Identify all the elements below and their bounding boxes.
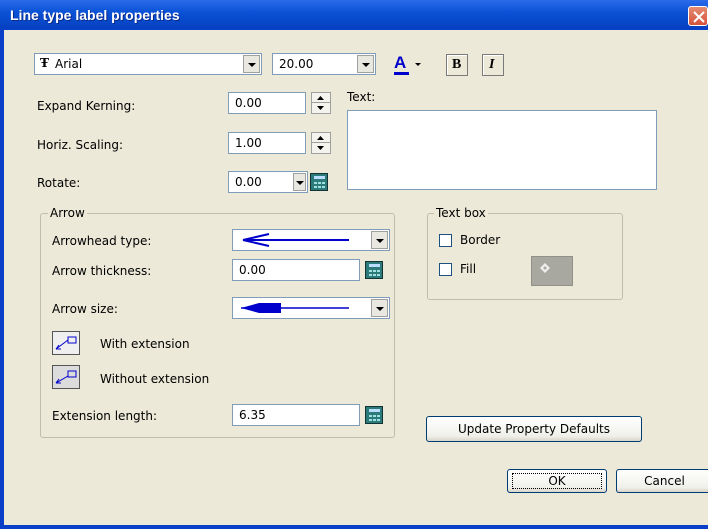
arrow-down-icon — [317, 106, 324, 110]
with-extension-button[interactable] — [52, 331, 80, 355]
chevron-down-icon — [248, 63, 256, 67]
arrow-size-label: Arrow size: — [52, 302, 118, 316]
paint-bucket-icon — [540, 263, 550, 273]
extension-length-input[interactable]: 6.35 — [232, 404, 360, 426]
rotate-label: Rotate: — [37, 176, 81, 190]
spinner-down-button[interactable] — [312, 143, 330, 153]
arrow-size-preview-icon — [241, 303, 349, 313]
arrow-down-icon — [317, 146, 324, 150]
extension-length-label: Extension length: — [52, 409, 158, 423]
spinner-up-button[interactable] — [312, 93, 330, 103]
ok-button[interactable]: OK — [507, 469, 607, 493]
window-title: Line type label properties — [10, 7, 180, 23]
arrowhead-type-label: Arrowhead type: — [52, 234, 152, 248]
arrow-thickness-calculator-icon[interactable] — [365, 261, 383, 279]
font-color-swatch — [394, 72, 409, 75]
border-checkbox-label: Border — [460, 233, 501, 247]
border-checkbox[interactable] — [439, 234, 452, 247]
extension-length-value: 6.35 — [239, 408, 266, 422]
horiz-scaling-value: 1.00 — [235, 136, 262, 150]
horiz-scaling-label: Horiz. Scaling: — [37, 138, 124, 152]
chevron-down-icon — [296, 181, 304, 185]
without-extension-label: Without extension — [100, 372, 210, 386]
arrowhead-type-combo[interactable] — [232, 229, 390, 251]
arrowhead-preview-icon — [242, 233, 349, 247]
rotate-value: 0.00 — [235, 175, 262, 189]
rotate-combo[interactable]: 0.00 — [228, 171, 308, 193]
chevron-down-icon — [376, 239, 384, 243]
expand-kerning-input[interactable]: 0.00 — [228, 92, 306, 114]
fill-color-button[interactable] — [531, 256, 573, 286]
arrow-up-icon — [317, 96, 324, 100]
ok-button-label: OK — [512, 473, 602, 489]
update-property-defaults-button[interactable]: Update Property Defaults — [426, 416, 642, 442]
font-color-letter: A — [394, 53, 407, 72]
arrow-size-dropdown-button[interactable] — [371, 299, 388, 317]
font-name-value: Arial — [55, 57, 83, 71]
arrow-up-icon — [317, 136, 324, 140]
chevron-down-icon — [415, 63, 421, 66]
chevron-down-icon — [362, 63, 370, 67]
rotate-calculator-icon[interactable] — [310, 173, 328, 191]
dialog-window: Line type label properties Ŧ Arial 20.00… — [0, 0, 708, 529]
extension-length-calculator-icon[interactable] — [365, 406, 383, 424]
expand-kerning-value: 0.00 — [235, 96, 262, 110]
arrow-group-title: Arrow — [48, 206, 87, 220]
text-input[interactable] — [347, 110, 657, 190]
font-size-value: 20.00 — [279, 57, 314, 71]
font-name-dropdown-button[interactable] — [243, 55, 260, 73]
arrow-thickness-label: Arrow thickness: — [52, 264, 152, 278]
horiz-scaling-spinner[interactable] — [311, 132, 331, 154]
arrowhead-type-dropdown-button[interactable] — [371, 231, 388, 249]
chevron-down-icon — [376, 307, 384, 311]
text-box-group — [427, 213, 623, 300]
without-extension-button[interactable] — [52, 365, 80, 389]
text-box-group-title: Text box — [434, 206, 488, 220]
rotate-dropdown-button[interactable] — [293, 173, 306, 191]
expand-kerning-spinner[interactable] — [311, 92, 331, 114]
without-extension-icon — [55, 370, 77, 384]
italic-icon: I — [489, 57, 495, 72]
bold-icon: B — [452, 57, 462, 72]
bold-button[interactable]: B — [446, 54, 468, 76]
italic-button[interactable]: I — [482, 54, 504, 76]
truetype-font-icon: Ŧ — [40, 56, 49, 70]
arrow-size-combo[interactable] — [232, 297, 390, 319]
font-name-combo[interactable]: Ŧ Arial — [34, 53, 262, 75]
with-extension-icon — [55, 336, 77, 350]
spinner-down-button[interactable] — [312, 103, 330, 113]
title-bar[interactable]: Line type label properties — [0, 0, 708, 30]
text-label: Text: — [347, 90, 376, 104]
font-size-combo[interactable]: 20.00 — [272, 53, 376, 75]
arrow-thickness-value: 0.00 — [239, 263, 266, 277]
close-button[interactable] — [688, 6, 708, 26]
cancel-button[interactable]: Cancel — [616, 469, 708, 493]
arrow-thickness-input[interactable]: 0.00 — [232, 259, 360, 281]
expand-kerning-label: Expand Kerning: — [37, 99, 136, 113]
font-color-button[interactable]: A — [392, 53, 428, 76]
fill-checkbox[interactable] — [439, 263, 452, 276]
fill-checkbox-label: Fill — [460, 262, 477, 276]
close-icon — [693, 11, 705, 23]
font-size-dropdown-button[interactable] — [357, 55, 374, 73]
spinner-up-button[interactable] — [312, 133, 330, 143]
horiz-scaling-input[interactable]: 1.00 — [228, 132, 306, 154]
with-extension-label: With extension — [100, 337, 190, 351]
